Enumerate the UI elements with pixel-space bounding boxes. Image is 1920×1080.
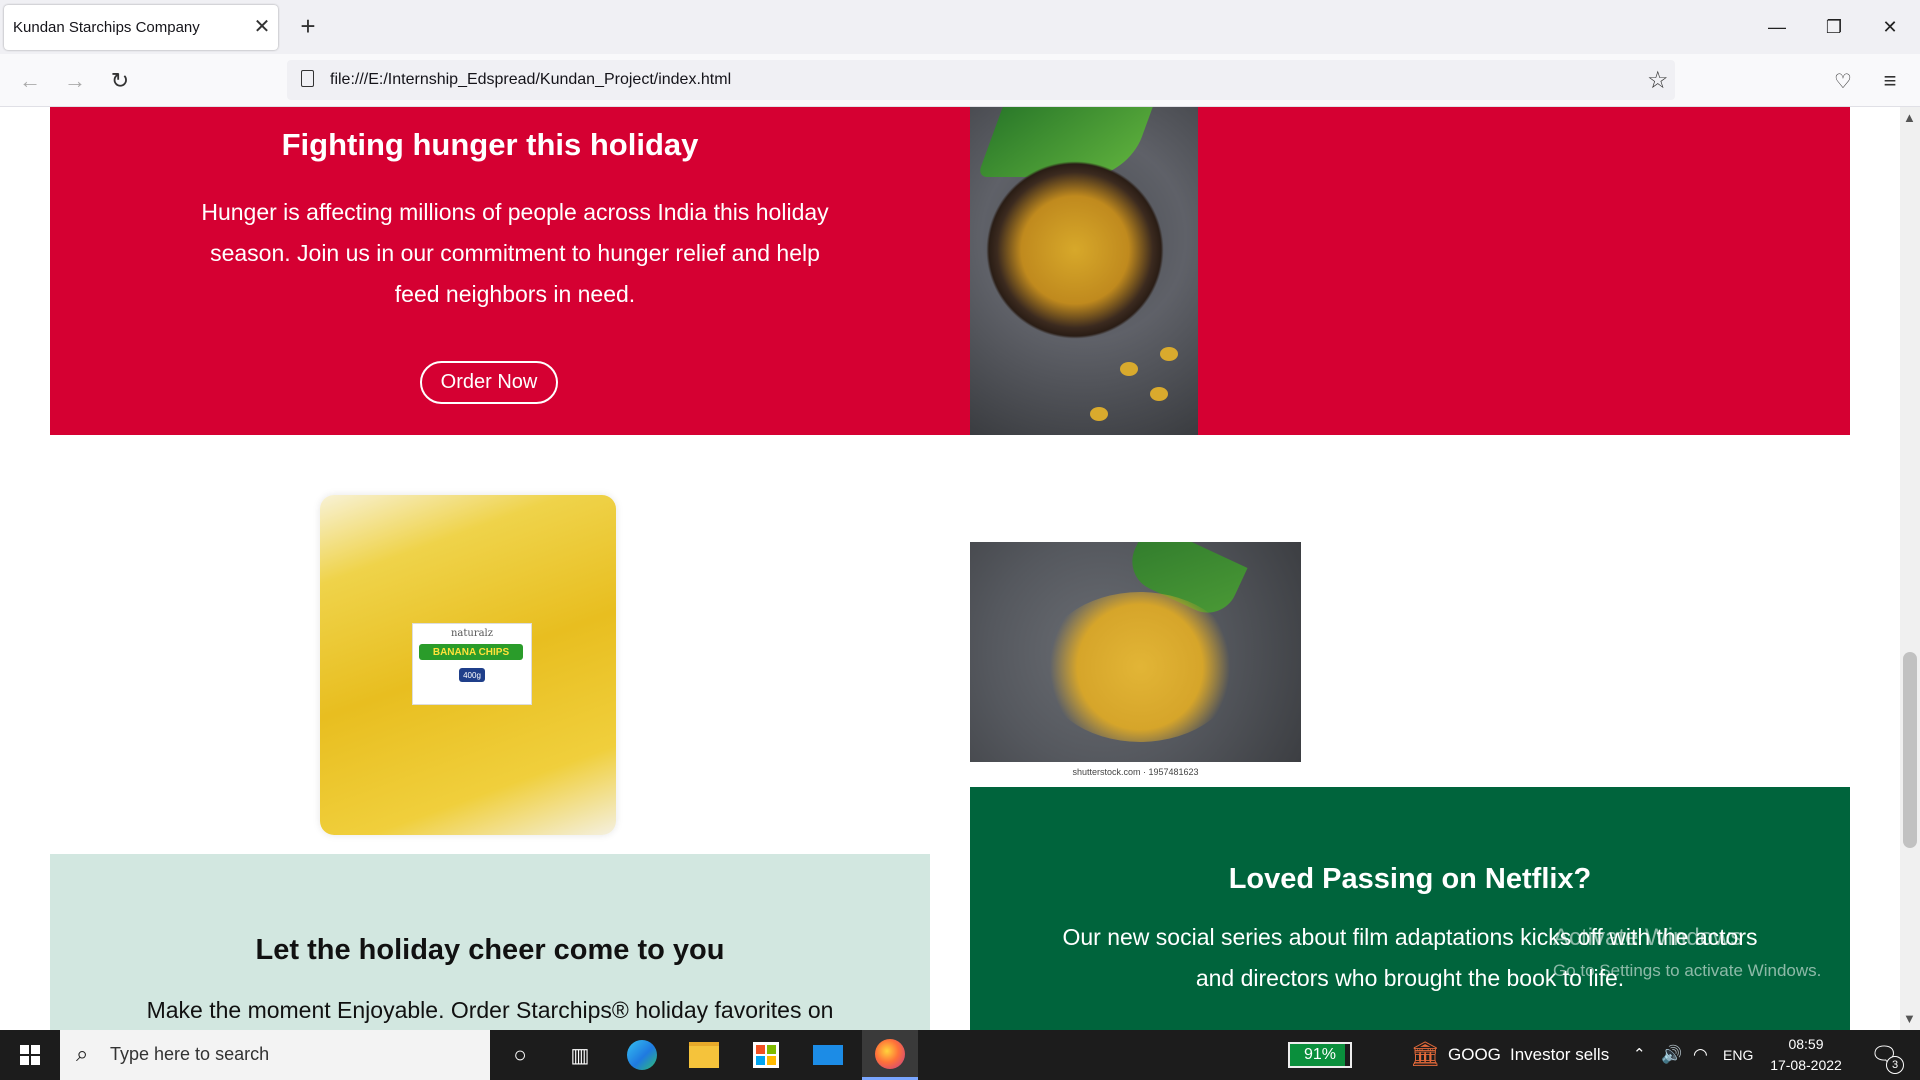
taskbar: ⌕ Type here to search ○ ▥ 91% 🏛 GOOG Inv…	[0, 1030, 1920, 1080]
firefox-icon[interactable]	[862, 1030, 918, 1080]
hero-title: Fighting hunger this holiday	[281, 127, 699, 162]
tab-bar: Kundan Starchips Company ✕ + — ❐ ✕	[0, 0, 1920, 54]
notification-count-badge: 3	[1886, 1056, 1904, 1074]
language-indicator[interactable]: ENG	[1723, 1047, 1753, 1063]
menu-icon[interactable]: ≡	[1873, 64, 1907, 98]
edge-icon[interactable]	[614, 1030, 670, 1080]
scattered-chips-image	[970, 542, 1301, 762]
banana-chips-bowl-image	[970, 107, 1198, 435]
clock-date: 17-08-2022	[1770, 1057, 1842, 1073]
task-view-icon[interactable]: ▥	[552, 1030, 608, 1080]
stock-news[interactable]: Investor sells	[1510, 1045, 1609, 1065]
search-placeholder: Type here to search	[110, 1044, 270, 1064]
back-arrow-icon[interactable]: ←	[13, 64, 47, 98]
netflix-section: Loved Passing on Netflix? Our new social…	[970, 787, 1850, 1030]
start-button[interactable]	[0, 1030, 60, 1080]
stock-exchange-icon: 🏛	[1410, 1041, 1441, 1068]
order-now-button[interactable]: Order Now	[420, 361, 558, 404]
windows-logo-icon	[20, 1045, 40, 1065]
close-window-button[interactable]: ✕	[1872, 12, 1908, 42]
minimize-button[interactable]: —	[1759, 12, 1795, 42]
page-content: Fighting hunger this holiday Hunger is a…	[0, 107, 1900, 1030]
pack-weight: 400g	[459, 668, 485, 682]
show-hidden-icons-icon[interactable]: ⌃	[1633, 1045, 1646, 1063]
wifi-icon[interactable]: ◠	[1693, 1045, 1708, 1065]
new-tab-button[interactable]: +	[294, 11, 322, 41]
banana-chips-pack-image: naturalz BANANA CHIPS 400g	[320, 495, 616, 835]
restore-button[interactable]: ❐	[1816, 12, 1852, 42]
volume-icon[interactable]: 🔊	[1661, 1045, 1682, 1065]
bowl-shape	[980, 155, 1170, 345]
cheer-title: Let the holiday cheer come to you	[255, 934, 725, 966]
scroll-up-icon[interactable]: ▲	[1903, 110, 1916, 125]
browser-tab[interactable]: Kundan Starchips Company ✕	[4, 5, 278, 50]
cortana-icon[interactable]: ○	[492, 1030, 548, 1080]
close-tab-icon[interactable]: ✕	[249, 13, 275, 39]
holiday-cheer-section: Let the holiday cheer come to you Make t…	[50, 854, 930, 1030]
scrollbar-track[interactable]	[1900, 107, 1920, 1030]
pocket-icon[interactable]: ♡	[1826, 64, 1860, 98]
clock-time: 08:59	[1788, 1036, 1824, 1052]
scrollbar-thumb[interactable]	[1903, 652, 1917, 848]
page-icon	[301, 70, 314, 87]
chip-shape	[1160, 347, 1178, 361]
search-icon: ⌕	[76, 1041, 89, 1066]
url-text[interactable]: file:///E:/Internship_Edspread/Kundan_Pr…	[330, 71, 731, 89]
reload-icon[interactable]: ↻	[103, 64, 137, 98]
tab-title: Kundan Starchips Company	[13, 19, 200, 36]
cheer-text: Make the moment Enjoyable. Order Starchi…	[146, 997, 834, 1023]
image-credit: shutterstock.com · 1957481623	[1072, 767, 1199, 777]
pack-label: naturalz BANANA CHIPS 400g	[412, 623, 532, 705]
activate-windows-title: Activate Windows	[1553, 924, 1743, 951]
mail-icon[interactable]	[800, 1030, 856, 1080]
clock[interactable]: 08:59 17-08-2022	[1760, 1034, 1852, 1076]
file-explorer-icon[interactable]	[676, 1030, 732, 1080]
store-icon[interactable]	[738, 1030, 794, 1080]
taskbar-search[interactable]: ⌕ Type here to search	[60, 1030, 490, 1080]
hero-banner: Fighting hunger this holiday Hunger is a…	[50, 107, 1850, 435]
chip-shape	[1090, 407, 1108, 421]
chip-shape	[1120, 362, 1138, 376]
pack-product-name: BANANA CHIPS	[419, 644, 523, 660]
chips-pile-shape	[1040, 592, 1240, 742]
bookmark-star-icon[interactable]: ☆	[1647, 66, 1669, 95]
activate-windows-hint: Go to Settings to activate Windows.	[1553, 961, 1822, 980]
pack-brand: naturalz	[450, 628, 494, 639]
battery-percent: 91%	[1303, 1046, 1337, 1063]
stock-ticker[interactable]: GOOG	[1448, 1045, 1501, 1065]
forward-arrow-icon[interactable]: →	[58, 64, 92, 98]
hero-description: Hunger is affecting millions of people a…	[201, 199, 829, 307]
netflix-title: Loved Passing on Netflix?	[1228, 863, 1592, 895]
address-bar[interactable]: file:///E:/Internship_Edspread/Kundan_Pr…	[287, 60, 1675, 100]
scroll-down-icon[interactable]: ▼	[1903, 1011, 1916, 1026]
chip-shape	[1150, 387, 1168, 401]
battery-indicator[interactable]: 91%	[1288, 1042, 1352, 1068]
